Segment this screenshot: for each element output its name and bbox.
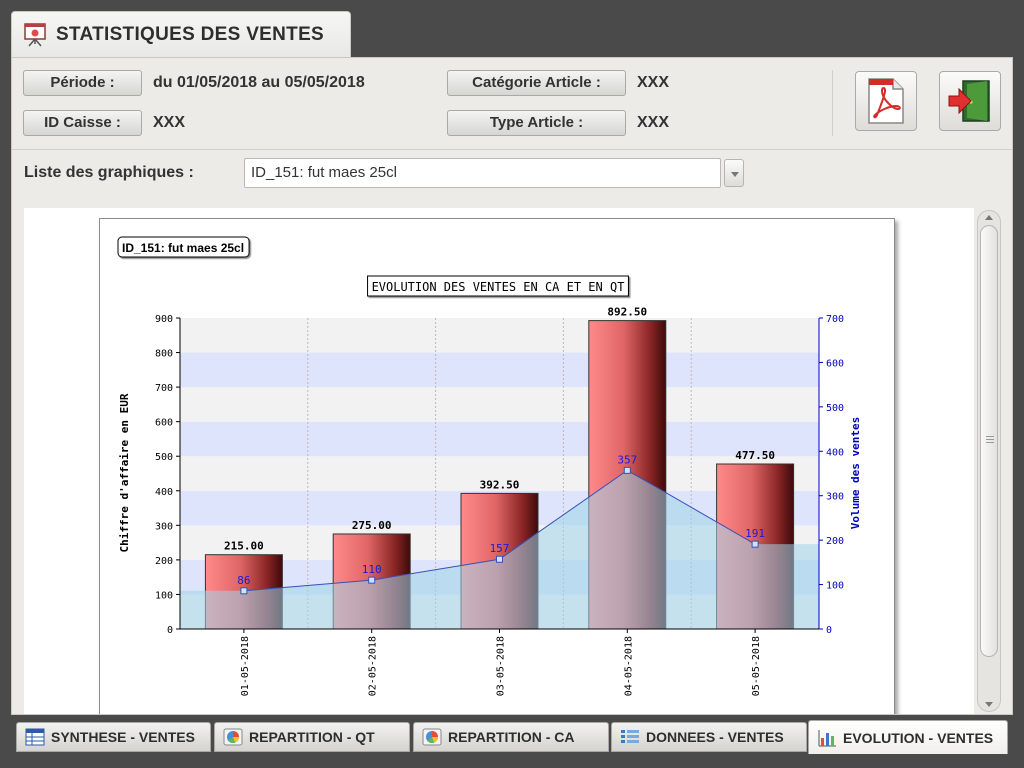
exit-button[interactable]: [939, 71, 1001, 131]
qt-data-label: 110: [362, 563, 382, 576]
qt-point: [368, 576, 376, 584]
x-tick-label: 05-05-2018: [751, 636, 762, 696]
tab-donnees-ventes[interactable]: DONNEES - VENTES: [611, 722, 807, 752]
y2-tick-label: 500: [826, 403, 844, 414]
categorie-value: XXX: [637, 74, 670, 91]
tab-repartition-qt[interactable]: REPARTITION - QT: [214, 722, 410, 752]
bar-data-label: 275.00: [352, 519, 392, 532]
grid-band: [180, 318, 819, 353]
y-tick-label: 400: [155, 487, 173, 498]
y-tick-label: 200: [155, 556, 173, 567]
tab-repartition-ca[interactable]: REPARTITION - CA: [413, 722, 609, 752]
tab-label: SYNTHESE - VENTES: [51, 729, 195, 745]
qt-data-label: 157: [490, 542, 510, 555]
type-label: Type Article :: [447, 110, 626, 136]
qt-point: [240, 587, 248, 595]
chevron-down-icon[interactable]: [724, 159, 744, 187]
y-tick-label: 300: [155, 521, 173, 532]
pie-chart-icon: [422, 728, 442, 746]
y-tick-label: 700: [155, 383, 173, 394]
x-tick-label: 04-05-2018: [623, 636, 634, 696]
qt-data-label: 357: [617, 453, 637, 466]
list-icon: [621, 730, 639, 743]
tab-label: DONNEES - VENTES: [646, 729, 784, 745]
y2-tick-label: 100: [826, 581, 844, 592]
periode-label: Période :: [23, 70, 142, 96]
sales-evolution-chart: ID_151: fut maes 25cl EVOLUTION DES VENTE…: [117, 236, 862, 696]
y-axis-title: Chiffre d'affaire en EUR: [118, 393, 131, 552]
exit-door-icon: [948, 80, 990, 122]
main-panel: Période : du 01/05/2018 au 05/05/2018 ID…: [11, 57, 1013, 715]
y-tick-label: 600: [155, 418, 173, 429]
divider: [832, 70, 833, 136]
bar-data-label: 477.50: [735, 449, 775, 462]
tab-label: REPARTITION - QT: [249, 729, 375, 745]
qt-point: [751, 540, 759, 548]
bar-chart-icon: [818, 729, 836, 746]
qt-point: [496, 555, 503, 563]
bar-data-label: 392.50: [480, 478, 520, 491]
scroll-up-icon[interactable]: [985, 215, 993, 220]
qt-data-label: 191: [745, 527, 765, 540]
caisse-value: XXX: [153, 114, 186, 131]
chart-title: EVOLUTION DES VENTES EN CA ET EN QT: [372, 280, 625, 294]
x-tick-label: 01-05-2018: [240, 636, 251, 696]
qt-point: [623, 466, 631, 474]
window-title: STATISTIQUES DES VENTES: [56, 23, 325, 45]
y2-tick-label: 600: [826, 358, 844, 369]
y2-tick-label: 0: [826, 625, 832, 636]
grid-band: [180, 421, 819, 457]
y2-tick-label: 300: [826, 492, 844, 503]
bottom-tab-bar: SYNTHESE - VENTES REPARTITION - QT REPAR…: [11, 720, 1013, 754]
item-label: ID_151: fut maes 25cl: [122, 241, 244, 255]
section-divider: [12, 149, 1012, 150]
y-tick-label: 100: [155, 590, 173, 601]
chart-card: ID_151: fut maes 25cl EVOLUTION DES VENTE…: [99, 218, 895, 714]
x-tick-label: 03-05-2018: [496, 636, 507, 696]
y-tick-label: 0: [167, 625, 173, 636]
caisse-label: ID Caisse :: [23, 110, 142, 136]
qt-data-label: 86: [237, 574, 250, 587]
tab-synthese-ventes[interactable]: SYNTHESE - VENTES: [16, 722, 211, 752]
grid-band: [180, 352, 819, 388]
y-tick-label: 500: [155, 452, 173, 463]
tab-label: REPARTITION - CA: [448, 729, 575, 745]
type-value: XXX: [637, 114, 670, 131]
filter-summary: Période : du 01/05/2018 au 05/05/2018 ID…: [12, 58, 1012, 148]
y2-tick-label: 400: [826, 447, 844, 458]
categorie-label: Catégorie Article :: [447, 70, 626, 96]
pie-chart-icon: [223, 728, 243, 746]
y-tick-label: 800: [155, 349, 173, 360]
tab-label: EVOLUTION - VENTES: [843, 729, 994, 746]
scrollbar-thumb[interactable]: [980, 225, 998, 657]
bar-data-label: 215.00: [224, 540, 264, 553]
window-title-tab: STATISTIQUES DES VENTES: [11, 11, 351, 57]
bar-data-label: 892.50: [607, 306, 647, 319]
tab-evolution-ventes[interactable]: EVOLUTION - VENTES: [808, 720, 1008, 754]
periode-value: du 01/05/2018 au 05/05/2018: [153, 74, 365, 91]
y2-tick-label: 200: [826, 536, 844, 547]
grid-band: [180, 387, 819, 422]
graph-select[interactable]: ID_151: fut maes 25cl: [244, 158, 721, 188]
scroll-down-icon[interactable]: [985, 702, 993, 707]
chart-viewport: ID_151: fut maes 25cl EVOLUTION DES VENTE…: [24, 208, 974, 714]
pdf-export-icon: [868, 78, 904, 124]
grip-icon: [986, 436, 994, 445]
y-tick-label: 900: [155, 314, 173, 325]
x-tick-label: 02-05-2018: [368, 636, 379, 696]
y2-tick-label: 700: [826, 314, 844, 325]
vertical-scrollbar[interactable]: [977, 210, 1001, 712]
graph-list-label: Liste des graphiques :: [24, 164, 194, 181]
presentation-board-icon: [24, 22, 46, 46]
table-icon: [25, 728, 45, 746]
y2-axis-title: Volume des ventes: [849, 417, 862, 530]
pdf-export-button[interactable]: [855, 71, 917, 131]
